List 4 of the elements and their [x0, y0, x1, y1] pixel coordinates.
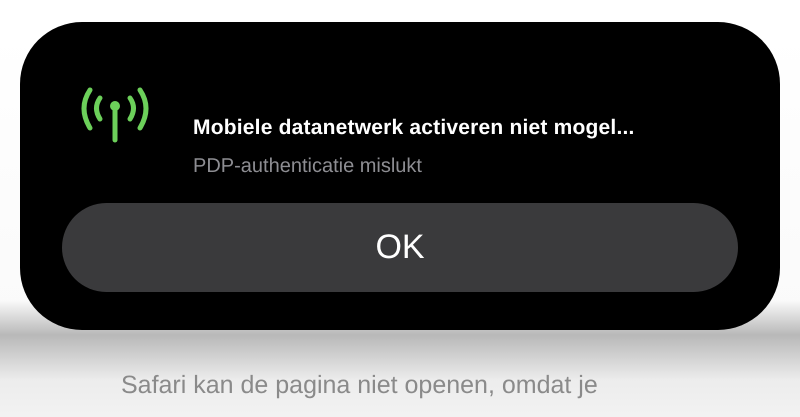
ok-button[interactable]: OK: [62, 203, 738, 292]
alert-title: Mobiele datanetwerk activeren niet mogel...: [193, 116, 635, 140]
alert-message: PDP-authenticatie mislukt: [193, 155, 423, 178]
page-text: Safari kan de pagina niet openen, omdat je: [121, 371, 599, 400]
